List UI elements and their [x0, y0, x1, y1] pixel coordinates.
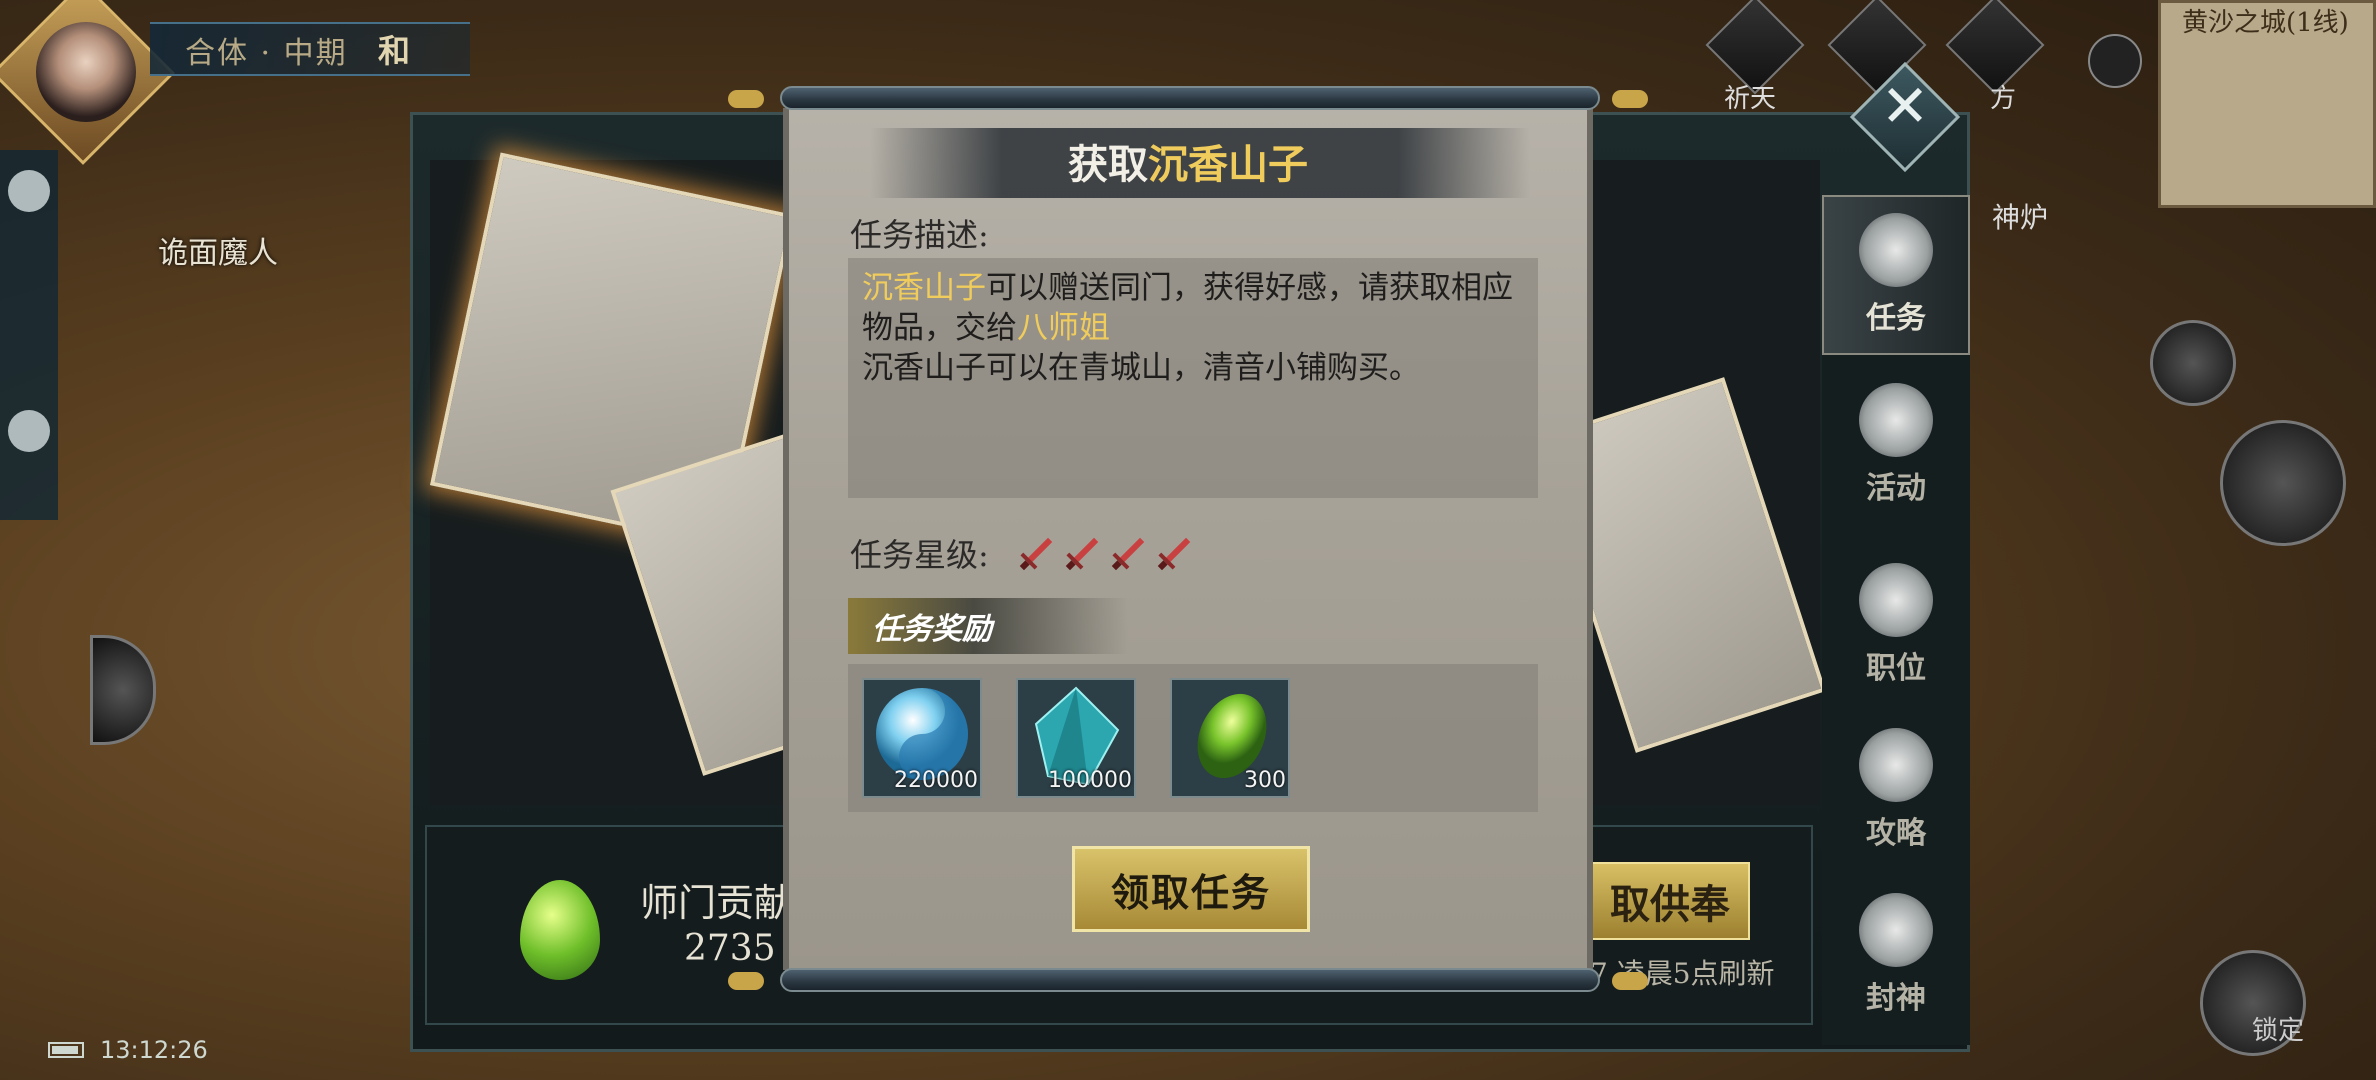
- battery-icon: [48, 1042, 84, 1058]
- desc-npc: 八师姐: [1017, 310, 1110, 346]
- title-prefix: 获取: [1068, 141, 1148, 188]
- attack-button[interactable]: [2220, 420, 2346, 546]
- star-sword-icon: [1065, 537, 1099, 571]
- furnace-label: 神炉: [1992, 201, 2049, 234]
- realm-mode[interactable]: 和: [378, 26, 410, 72]
- tab-label: 攻略: [1866, 816, 1926, 851]
- star-sword-icon: [1019, 537, 1053, 571]
- clock: 13:12:26: [100, 1036, 208, 1064]
- expand-arrow-icon[interactable]: [2088, 34, 2142, 88]
- tab-label: 任务: [1866, 301, 1926, 336]
- desc-item: 沉香山子: [862, 270, 986, 306]
- tab-activity[interactable]: 活动: [1822, 365, 1970, 525]
- enemy-name: 诡面魔人: [158, 236, 278, 271]
- realm-text: 合体 · 中期: [185, 36, 348, 71]
- tab-label: 职位: [1866, 651, 1926, 686]
- tab-position[interactable]: 职位: [1822, 545, 1970, 705]
- tab-guide[interactable]: 攻略: [1822, 710, 1970, 870]
- rod-cap: [1612, 90, 1648, 108]
- tab-deify[interactable]: 封神: [1822, 875, 1970, 1035]
- desc-label: 任务描述:: [850, 216, 989, 254]
- reward-amount: 100000: [1048, 768, 1132, 793]
- scroll-top-rod: [780, 86, 1600, 110]
- title-item: 沉香山子: [1148, 141, 1308, 188]
- scroll-bottom-rod: [780, 968, 1600, 992]
- tab-label: 活动: [1866, 471, 1926, 506]
- map-name: 黄沙之城(1线): [2182, 8, 2349, 38]
- position-icon: [1859, 563, 1933, 637]
- star-sword-icon: [1157, 537, 1191, 571]
- accept-quest-button[interactable]: 领取任务: [1072, 846, 1310, 932]
- pray-label: 祈天: [1724, 84, 1777, 114]
- rod-cap: [728, 972, 764, 990]
- dialog-title: 获取沉香山子: [783, 132, 1593, 190]
- pavilion-label: 方: [1990, 84, 2017, 114]
- flag-icon[interactable]: [8, 410, 50, 452]
- expand-panel-icon[interactable]: [90, 635, 156, 745]
- tab-label: 封神: [1866, 981, 1926, 1016]
- rod-cap: [1612, 972, 1648, 990]
- star-label: 任务星级:: [850, 536, 989, 574]
- star-sword-icon: [1111, 537, 1145, 571]
- activity-icon: [1859, 383, 1933, 457]
- tab-quest[interactable]: 任务: [1822, 195, 1970, 355]
- desc-text: 沉香山子可以在青城山，清音小铺购买。: [862, 350, 1420, 386]
- reward-amount: 300: [1244, 768, 1286, 793]
- guide-cards-icon: [1859, 728, 1933, 802]
- rod-cap: [728, 90, 764, 108]
- reward-label: 任务奖励: [872, 612, 992, 647]
- avatar[interactable]: [36, 22, 136, 122]
- desc-box: 沉香山子可以赠送同门，获得好感，请获取相应物品，交给八师姐 沉香山子可以在青城山…: [848, 258, 1538, 498]
- lock-label: 锁定: [2252, 1016, 2305, 1046]
- contribution-value: 2735: [684, 928, 776, 969]
- skill-button-1[interactable]: [2150, 320, 2236, 406]
- quest-scroll-icon: [1859, 213, 1933, 287]
- close-icon[interactable]: ✕: [1880, 72, 1930, 152]
- reward-amount: 220000: [894, 768, 978, 793]
- deify-icon: [1859, 893, 1933, 967]
- contribution-label: 师门贡献: [640, 881, 793, 925]
- chat-icon[interactable]: [8, 170, 50, 212]
